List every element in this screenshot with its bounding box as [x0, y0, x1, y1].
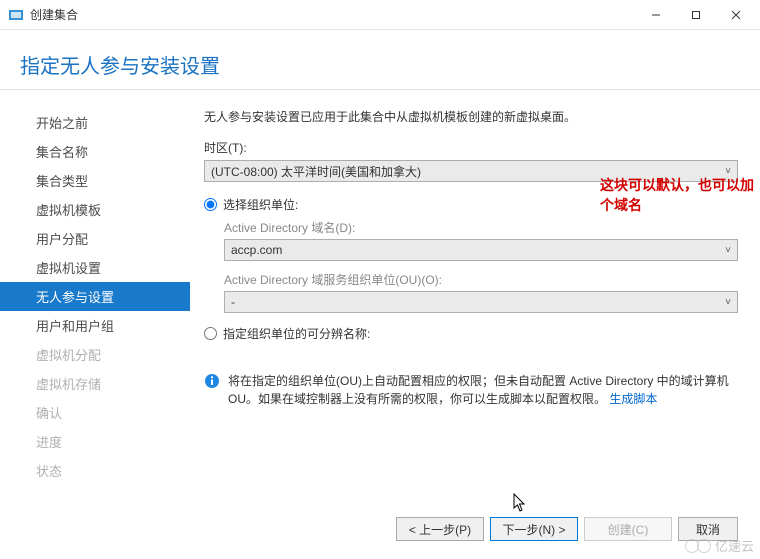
radio-select-ou[interactable] — [204, 198, 217, 211]
generate-script-link[interactable]: 生成脚本 — [609, 392, 657, 406]
info-icon — [204, 373, 220, 389]
radio-select-ou-label: 选择组织单位: — [223, 196, 298, 213]
close-button[interactable] — [716, 1, 756, 29]
sidebar-item-collection-type[interactable]: 集合类型 — [0, 166, 190, 195]
timezone-label: 时区(T): — [204, 139, 738, 156]
sidebar-item-vm-template[interactable]: 虚拟机模板 — [0, 195, 190, 224]
ad-ou-value: - — [231, 295, 235, 309]
annotation-text: 这块可以默认，也可以加个域名 — [600, 175, 760, 215]
ad-ou-label: Active Directory 域服务组织单位(OU)(O): — [224, 271, 738, 288]
sidebar-item-users-groups[interactable]: 用户和用户组 — [0, 311, 190, 340]
sidebar-item-vm-settings[interactable]: 虚拟机设置 — [0, 253, 190, 282]
radio-specify-dn[interactable] — [204, 327, 217, 340]
create-button: 创建(C) — [584, 517, 672, 541]
watermark-text: 亿速云 — [715, 536, 754, 555]
description-text: 无人参与安装设置已应用于此集合中从虚拟机模板创建的新虚拟桌面。 — [204, 108, 738, 125]
sidebar-item-user-assignment[interactable]: 用户分配 — [0, 224, 190, 253]
titlebar: 创建集合 — [0, 0, 760, 30]
info-block: 将在指定的组织单位(OU)上自动配置相应的权限；但未自动配置 Active Di… — [204, 372, 738, 408]
page-title: 指定无人参与安装设置 — [0, 30, 760, 90]
maximize-button[interactable] — [676, 1, 716, 29]
info-text: 将在指定的组织单位(OU)上自动配置相应的权限；但未自动配置 Active Di… — [228, 372, 734, 408]
sidebar-item-collection-name[interactable]: 集合名称 — [0, 137, 190, 166]
app-icon — [8, 7, 24, 23]
timezone-value: (UTC-08:00) 太平洋时间(美国和加拿大) — [211, 163, 421, 180]
previous-button[interactable]: < 上一步(P) — [396, 517, 484, 541]
watermark: 亿速云 — [685, 536, 754, 555]
ad-domain-dropdown[interactable]: accp.com ˅ — [224, 239, 738, 261]
minimize-button[interactable] — [636, 1, 676, 29]
sidebar-item-unattended[interactable]: 无人参与设置 — [0, 282, 190, 311]
sidebar-item-vm-allocation: 虚拟机分配 — [0, 340, 190, 369]
wizard-sidebar: 开始之前 集合名称 集合类型 虚拟机模板 用户分配 虚拟机设置 无人参与设置 用… — [0, 90, 190, 517]
radio-specify-dn-row[interactable]: 指定组织单位的可分辨名称: — [204, 325, 738, 342]
chevron-down-icon: ˅ — [725, 297, 731, 308]
ad-domain-value: accp.com — [231, 243, 282, 257]
window-controls — [636, 1, 756, 29]
window-title: 创建集合 — [30, 6, 636, 23]
next-button[interactable]: 下一步(N) > — [490, 517, 578, 541]
sidebar-item-confirmation: 确认 — [0, 398, 190, 427]
ad-domain-label: Active Directory 域名(D): — [224, 219, 738, 236]
sidebar-item-status: 状态 — [0, 456, 190, 485]
main-panel: 无人参与安装设置已应用于此集合中从虚拟机模板创建的新虚拟桌面。 时区(T): (… — [190, 90, 760, 517]
sidebar-item-vm-storage: 虚拟机存储 — [0, 369, 190, 398]
sidebar-item-before-begin[interactable]: 开始之前 — [0, 108, 190, 137]
ad-ou-dropdown[interactable]: - ˅ — [224, 291, 738, 313]
sidebar-item-progress: 进度 — [0, 427, 190, 456]
chevron-down-icon: ˅ — [725, 245, 731, 256]
radio-specify-dn-label: 指定组织单位的可分辨名称: — [223, 325, 370, 342]
